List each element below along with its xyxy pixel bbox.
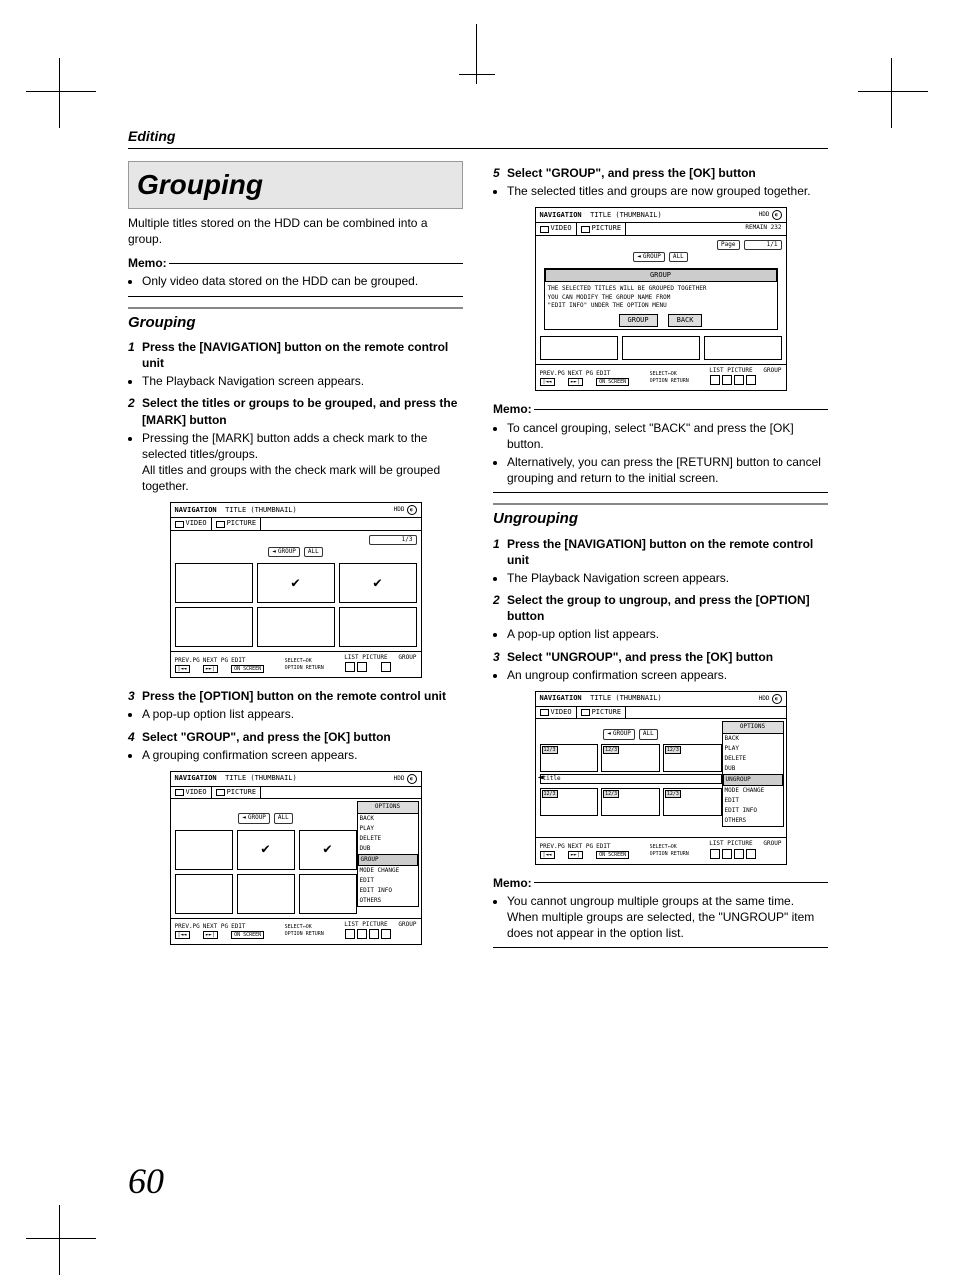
memo-item: Only video data stored on the HDD can be… <box>142 273 463 289</box>
page-title: Grouping <box>137 166 454 204</box>
step-text: Select "UNGROUP", and press the [OK] but… <box>507 649 828 665</box>
title-bar: Grouping <box>128 161 463 209</box>
rule <box>493 947 828 948</box>
step-text: Select the titles or groups to be groupe… <box>142 395 463 427</box>
figure-group-dialog: NAVIGATION TITLE (THUMBNAIL) HDD◐ VIDEO … <box>535 207 787 391</box>
right-column: 5Select "GROUP", and press the [OK] butt… <box>493 161 828 955</box>
rule <box>493 492 828 493</box>
step-number: 3 <box>128 688 142 704</box>
step-number: 3 <box>493 649 507 665</box>
figure-navigation-thumbnails: NAVIGATION TITLE (THUMBNAIL) HDD◐ VIDEO … <box>170 502 422 678</box>
subsection-heading: Ungrouping <box>493 509 828 529</box>
memo-label: Memo: <box>493 401 532 417</box>
figure-navigation-options: NAVIGATION TITLE (THUMBNAIL) HDD◐ VIDEO … <box>170 771 422 945</box>
step-note: An ungroup confirmation screen appears. <box>507 667 828 683</box>
step-text: Select "GROUP", and press the [OK] butto… <box>142 729 463 745</box>
step-note: Pressing the [MARK] button adds a check … <box>142 430 463 495</box>
subsection-rule <box>128 307 463 309</box>
crop-mark <box>26 1205 96 1275</box>
memo-item: You cannot ungroup multiple groups at th… <box>507 893 828 942</box>
step-note: The Playback Navigation screen appears. <box>142 373 463 389</box>
step-text: Press the [NAVIGATION] button on the rem… <box>142 339 463 371</box>
step-text: Select the group to ungroup, and press t… <box>507 592 828 624</box>
options-panel: OPTIONS BACK PLAY DELETE DUB GROUP MODE … <box>357 801 419 907</box>
step-note: The selected titles and groups are now g… <box>507 183 828 199</box>
memo-list: Only video data stored on the HDD can be… <box>128 273 463 289</box>
step-note: The Playback Navigation screen appears. <box>507 570 828 586</box>
crop-mark <box>858 58 928 128</box>
group-dialog: GROUP THE SELECTED TITLES WILL BE GROUPE… <box>544 268 778 330</box>
intro-text: Multiple titles stored on the HDD can be… <box>128 215 463 247</box>
step-number: 4 <box>128 729 142 745</box>
memo-label: Memo: <box>493 875 532 891</box>
subsection-rule <box>493 503 828 505</box>
page-number: 60 <box>128 1160 164 1202</box>
step-number: 2 <box>493 592 507 624</box>
rule <box>128 296 463 297</box>
step-note: A grouping confirmation screen appears. <box>142 747 463 763</box>
memo-item: Alternatively, you can press the [RETURN… <box>507 454 828 486</box>
crop-mark <box>26 58 96 128</box>
step-number: 2 <box>128 395 142 427</box>
step-note: A pop-up option list appears. <box>507 626 828 642</box>
step-note: A pop-up option list appears. <box>142 706 463 722</box>
step-text: Press the [NAVIGATION] button on the rem… <box>507 536 828 568</box>
options-panel: OPTIONS BACK PLAY DELETE DUB UNGROUP MOD… <box>722 721 784 827</box>
subsection-heading: Grouping <box>128 313 463 333</box>
left-column: Grouping Multiple titles stored on the H… <box>128 161 463 955</box>
memo-item: To cancel grouping, select "BACK" and pr… <box>507 420 828 452</box>
step-text: Select "GROUP", and press the [OK] butto… <box>507 165 828 181</box>
crop-mark-center <box>459 24 495 84</box>
step-number: 5 <box>493 165 507 181</box>
figure-ungroup-options: NAVIGATION TITLE (THUMBNAIL) HDD◐ VIDEO … <box>535 691 787 865</box>
section-label: Editing <box>128 128 828 144</box>
step-text: Press the [OPTION] button on the remote … <box>142 688 463 704</box>
step-number: 1 <box>128 339 142 371</box>
step-number: 1 <box>493 536 507 568</box>
memo-label: Memo: <box>128 255 167 271</box>
rule <box>128 148 828 149</box>
